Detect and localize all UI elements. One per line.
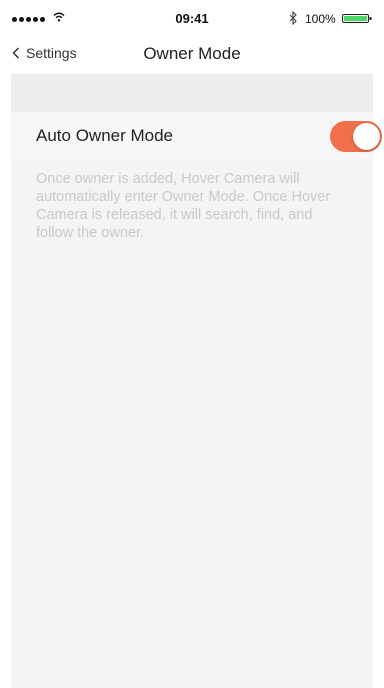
setting-description: Once owner is added, Hover Camera will a… bbox=[36, 171, 331, 241]
page-title: Owner Mode bbox=[143, 44, 241, 63]
toggle-knob bbox=[353, 123, 380, 150]
battery-icon bbox=[342, 14, 372, 23]
settings-content: Auto Owner Mode Once owner is added, Hov… bbox=[11, 74, 382, 688]
navigation-bar: Settings Owner Mode bbox=[0, 34, 384, 74]
bluetooth-icon bbox=[289, 11, 297, 25]
auto-owner-mode-row: Auto Owner Mode bbox=[11, 112, 382, 160]
auto-owner-mode-toggle[interactable] bbox=[330, 121, 382, 152]
section-header bbox=[11, 74, 373, 112]
battery-percent: 100% bbox=[305, 12, 336, 26]
status-bar: 09:41 100% bbox=[0, 0, 384, 34]
screen: 09:41 100% Settings Owner Mode Auto Owne… bbox=[0, 0, 384, 688]
setting-label: Auto Owner Mode bbox=[36, 126, 174, 145]
